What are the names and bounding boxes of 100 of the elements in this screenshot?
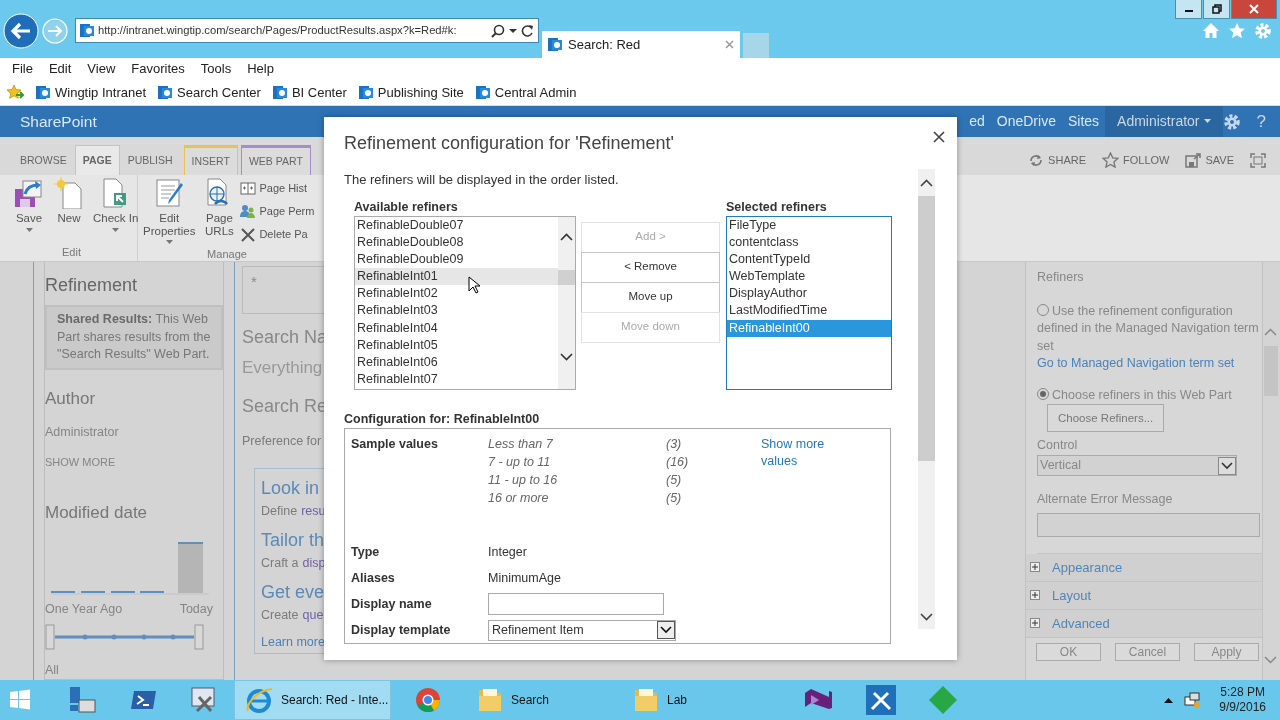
ribbon-button[interactable]: Edit Properties — [140, 177, 199, 246]
selected-refiners-list[interactable]: FileType contentclass ContentTypeId WebTemplate DisplayAuthor LastModifiedTime RefinableInt00 — [726, 215, 892, 390]
ribbon-button[interactable]: New — [50, 177, 88, 244]
favorite-link[interactable]: Wingtip Intranet — [36, 82, 147, 103]
sample-value: 11 - up to 16 — [488, 471, 559, 489]
list-item[interactable]: RefinableInt00 — [727, 319, 891, 337]
available-refiners-list[interactable]: RefinableDouble07 RefinableDouble08 RefinableDouble09 RefinableInt01 RefinableInt02 RefinableInt03 RefinableInt04 RefinableInt05 RefinableInt06 RefinableInt07 — [354, 215, 576, 390]
suite-link[interactable]: ed — [963, 111, 991, 132]
star-icon[interactable] — [1228, 22, 1246, 39]
list-item[interactable]: ContentTypeId — [727, 250, 891, 269]
scroll-up-icon[interactable] — [560, 232, 573, 241]
slider-handle[interactable] — [194, 624, 204, 649]
web-part-title: Refinement — [45, 274, 139, 297]
ribbon-action-button[interactable]: SAVE — [1177, 145, 1242, 175]
taskbar-item[interactable]: Search: Red - Inte... — [234, 680, 391, 720]
ribbon-tab[interactable]: PAGE — [74, 145, 120, 175]
ribbon-action-button[interactable]: FOLLOW — [1094, 145, 1178, 175]
choose-refiners-button[interactable]: Choose Refiners... — [1047, 404, 1165, 433]
list-item[interactable]: contentclass — [727, 233, 891, 251]
back-icon[interactable] — [3, 12, 39, 49]
list-item[interactable]: DisplayAuthor — [727, 285, 891, 303]
preference-text: Preference for — [242, 432, 323, 450]
list-item[interactable]: RefinableInt03 — [355, 302, 558, 320]
address-bar[interactable]: http://intranet.wingtip.com/search/Pages/ProductResults.aspx?k=Red#k: — [75, 18, 539, 43]
refresh-icon[interactable] — [521, 24, 534, 37]
favorite-link[interactable]: Publishing Site — [358, 82, 464, 103]
list-item[interactable]: RefinableInt05 — [355, 336, 558, 354]
list-item[interactable]: RefinableDouble09 — [355, 250, 558, 269]
list-item[interactable]: RefinableInt07 — [355, 371, 558, 389]
menu-item[interactable]: File — [4, 59, 41, 79]
field-value: Integer — [488, 543, 527, 561]
list-item[interactable]: RefinableDouble07 — [355, 216, 558, 234]
ribbon-button[interactable]: Delete Pa — [240, 223, 315, 246]
list-item[interactable]: WebTemplate — [727, 268, 891, 286]
search-icon[interactable] — [491, 23, 505, 38]
list-item[interactable]: FileType — [727, 216, 891, 234]
shared-results-notice: Shared Results: This Web Part shares results from the "Search Results" Web Part. — [45, 305, 223, 370]
scroll-down-icon[interactable] — [920, 613, 933, 621]
list-item[interactable]: RefinableInt02 — [355, 285, 558, 303]
ribbon-button[interactable]: Page URLs — [200, 177, 239, 246]
scroll-down-icon[interactable] — [560, 352, 573, 361]
menu-item[interactable]: View — [79, 59, 124, 79]
ribbon-button[interactable]: Page Hist — [240, 177, 315, 200]
favorites-icon[interactable] — [6, 84, 24, 101]
tray-arrow-icon[interactable] — [1164, 696, 1174, 704]
date-range-slider[interactable] — [45, 622, 205, 651]
list-item[interactable]: RefinableDouble08 — [355, 233, 558, 251]
menu-item[interactable]: Help — [239, 59, 282, 79]
field-value: MinimumAge — [488, 569, 561, 587]
error-message-input[interactable] — [1037, 512, 1260, 537]
settings-icon[interactable] — [1222, 112, 1241, 131]
scrollbar-thumb[interactable] — [558, 269, 575, 285]
restore-icon[interactable] — [1211, 4, 1222, 14]
show-more-link[interactable]: Show more values — [761, 436, 841, 540]
diamond-icon — [928, 685, 958, 715]
menu-item[interactable]: Favorites — [123, 59, 193, 79]
close-icon[interactable] — [933, 131, 945, 143]
display-template-select[interactable]: Refinement Item — [488, 619, 676, 641]
list-item[interactable]: RefinableInt06 — [355, 354, 558, 372]
favorite-link[interactable]: Central Admin — [475, 82, 577, 103]
user-menu[interactable]: Administrator — [1105, 106, 1223, 137]
list-item[interactable]: RefinableInt04 — [355, 319, 558, 337]
browser-tab[interactable]: Search: Red — [542, 31, 740, 58]
tip-link[interactable]: que — [302, 605, 324, 625]
dialog-button[interactable]: < Remove — [581, 251, 720, 283]
favorite-link[interactable]: BI Center — [272, 82, 347, 103]
ribbon-button[interactable]: Check In — [90, 177, 142, 244]
taskbar-item[interactable]: Lab — [623, 680, 773, 720]
ribbon-tab[interactable]: INSERT — [183, 145, 238, 175]
list-item[interactable]: RefinableInt01 — [355, 268, 558, 286]
scrollbar-thumb[interactable] — [918, 196, 935, 461]
favorite-link[interactable]: Search Center — [158, 82, 261, 103]
list-label: Available refiners — [354, 198, 459, 216]
folder-icon — [633, 686, 659, 714]
history-icon — [240, 180, 257, 197]
slider-handle[interactable] — [45, 624, 55, 649]
caret-icon[interactable] — [509, 27, 517, 34]
menu-item[interactable]: Tools — [192, 59, 240, 79]
focus-icon[interactable] — [1250, 152, 1266, 168]
forward-icon[interactable] — [42, 17, 68, 44]
ribbon-tab[interactable]: WEB PART — [240, 145, 311, 175]
home-icon[interactable] — [1202, 22, 1220, 39]
list-item[interactable]: LastModifiedTime — [727, 302, 891, 320]
help-button[interactable]: ? — [1256, 108, 1266, 135]
display-name-input[interactable] — [488, 593, 664, 616]
suite-link[interactable]: Sites — [1061, 111, 1106, 132]
suite-link[interactable]: OneDrive — [990, 111, 1062, 132]
brand-title[interactable]: SharePoint — [20, 109, 97, 134]
menu-item[interactable]: Edit — [40, 59, 80, 79]
scroll-up-icon[interactable] — [920, 179, 933, 187]
dialog-button[interactable]: Move up — [581, 281, 720, 313]
network-icon[interactable] — [1183, 691, 1202, 709]
ribbon-button[interactable]: Save — [10, 177, 48, 244]
ribbon-tab[interactable]: BROWSE — [12, 145, 75, 175]
ribbon-button[interactable]: Page Perm — [240, 200, 315, 223]
taskbar-clock[interactable]: 5:28 PM 9/9/2016 — [1219, 685, 1266, 715]
ribbon-tab[interactable]: PUBLISH — [119, 145, 181, 175]
pane-heading: Refiners — [1037, 269, 1085, 286]
ribbon-action-button[interactable]: SHARE — [1020, 145, 1094, 175]
taskbar-item[interactable]: Search — [467, 680, 617, 720]
